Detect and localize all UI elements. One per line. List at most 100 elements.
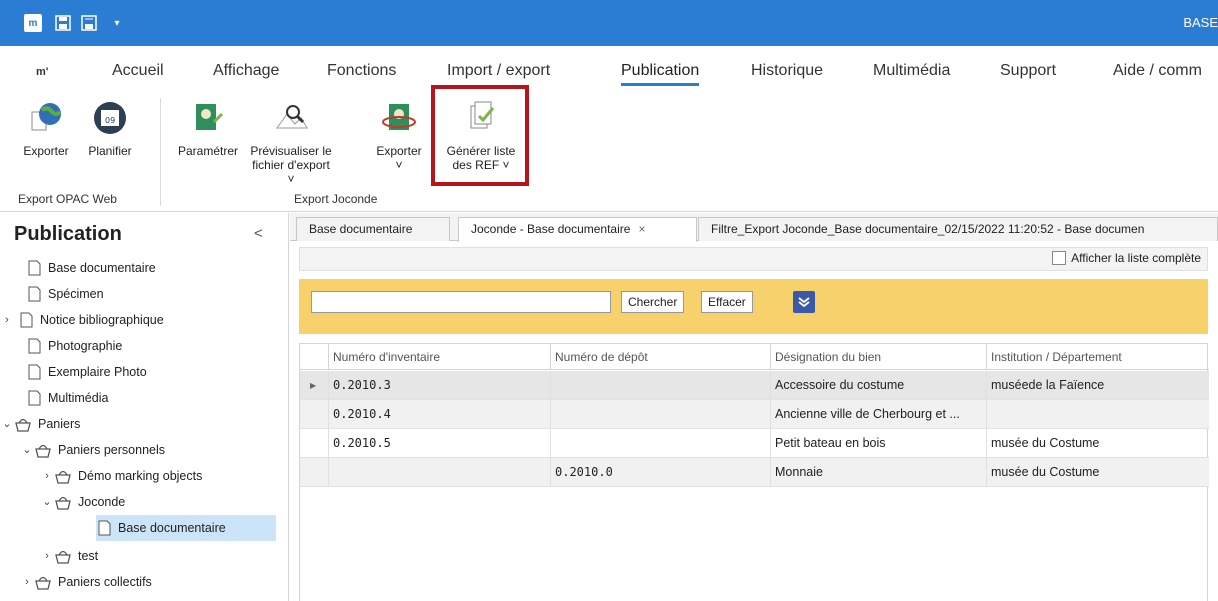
basket-icon (55, 550, 71, 564)
tree-item-joconde[interactable]: ⌄ Joconde (40, 489, 125, 515)
doc-tab-joconde[interactable]: Joconde - Base documentaire × (458, 217, 697, 242)
tab-affichage[interactable]: Affichage (213, 62, 279, 80)
previsualiser-button[interactable]: Prévisualiser le fichier d'export ˅ (249, 100, 333, 186)
document-icon (28, 364, 41, 380)
cell-depot (550, 429, 770, 458)
cell-designation: Ancienne ville de Cherbourg et ... (770, 400, 986, 429)
doc-tab-base-documentaire[interactable]: Base documentaire (296, 217, 450, 241)
tree-item-photographie[interactable]: Photographie (14, 333, 122, 359)
tree-item-specimen[interactable]: Spécimen (14, 281, 104, 307)
parametrer-button[interactable]: Paramétrer (172, 100, 244, 158)
cell-depot (550, 371, 770, 400)
tree-item-paniers-personnels[interactable]: ⌄ Paniers personnels (20, 437, 165, 463)
tree-item-demo-marking-objects[interactable]: › Démo marking objects (40, 463, 202, 489)
document-icon (28, 260, 41, 276)
tab-import-export[interactable]: Import / export (447, 62, 550, 80)
show-full-list-checkbox[interactable]: Afficher la liste complète (1052, 251, 1201, 265)
preview-icon (276, 105, 308, 129)
tree-item-test[interactable]: › test (40, 543, 98, 569)
tab-multimedia[interactable]: Multimédia (873, 62, 950, 80)
basket-icon (35, 576, 51, 590)
collapse-icon[interactable]: ⌄ (40, 489, 54, 515)
collapse-icon[interactable]: ⌄ (20, 437, 34, 463)
group-label-opac: Export OPAC Web (18, 192, 117, 206)
settings-image-icon (196, 104, 224, 130)
tab-publication[interactable]: Publication (621, 62, 700, 86)
exporter-opac-button[interactable]: Exporter (18, 100, 74, 158)
cell-inventaire: 0.2010.3 (328, 371, 550, 400)
expand-icon[interactable]: › (40, 543, 54, 569)
doc-tab-filtre-export[interactable]: Filtre_Export Joconde_Base documentaire_… (698, 217, 1218, 241)
planifier-button[interactable]: 09 Planifier (80, 100, 140, 158)
column-header-institution[interactable]: Institution / Département (986, 344, 1209, 370)
table-row[interactable]: 0.2010.5 Petit bateau en bois musée du C… (300, 429, 1209, 458)
collapse-panel-icon[interactable]: < (254, 225, 263, 242)
tree-item-multimedia[interactable]: Multimédia (14, 385, 108, 411)
cell-institution: muséede la Faïence (986, 371, 1209, 400)
search-bar: Chercher Effacer (299, 279, 1208, 334)
document-icon (28, 390, 41, 406)
quick-access-dropdown-icon[interactable]: ▾ (108, 14, 126, 32)
expand-icon[interactable]: › (0, 307, 14, 333)
basket-icon (35, 444, 51, 458)
expand-icon[interactable]: › (40, 463, 54, 489)
exporter-joconde-button[interactable]: Exporter ˅ (370, 100, 428, 172)
table-row[interactable]: ▶ 0.2010.3 Accessoire du costume muséede… (300, 371, 1209, 400)
row-indicator-icon: ▶ (310, 381, 317, 390)
ribbon: Exporter 09 Planifier Paramétrer Prévisu… (0, 92, 1218, 212)
basket-icon (55, 470, 71, 484)
highlight-box (431, 85, 529, 186)
document-icon (28, 286, 41, 302)
tree-item-joconde-base-documentaire[interactable]: Base documentaire (96, 515, 276, 541)
column-header-inventaire[interactable]: Numéro d'inventaire (328, 344, 550, 370)
document-icon (28, 338, 41, 354)
basket-icon (15, 418, 31, 432)
filter-expand-icon[interactable] (793, 291, 815, 313)
results-grid: Numéro d'inventaire Numéro de dépôt Dési… (299, 343, 1209, 601)
group-label-joconde: Export Joconde (294, 192, 378, 206)
list-options-bar: Afficher la liste complète (299, 247, 1208, 271)
window-title: BASE (1183, 15, 1218, 30)
tree-item-paniers-collectifs[interactable]: › Paniers collectifs (20, 569, 152, 595)
close-tab-icon[interactable]: × (638, 222, 645, 236)
clear-button[interactable]: Effacer (701, 291, 753, 313)
cell-institution: musée du Costume (986, 429, 1209, 458)
checkbox-box[interactable] (1052, 251, 1067, 265)
ribbon-tabs: m' Accueil Affichage Fonctions Import / … (0, 46, 1218, 92)
cell-designation: Monnaie (770, 458, 986, 487)
search-button[interactable]: Chercher (621, 291, 685, 313)
expand-icon[interactable]: › (20, 569, 34, 595)
tree-item-notice-bibliographique[interactable]: › Notice bibliographique (0, 307, 164, 333)
tree-item-exemplaire-photo[interactable]: Exemplaire Photo (14, 359, 147, 385)
tab-support[interactable]: Support (1000, 62, 1056, 80)
table-row[interactable]: 0.2010.4 Ancienne ville de Cherbourg et … (300, 400, 1209, 429)
tab-fonctions[interactable]: Fonctions (327, 62, 396, 80)
tree-item-paniers[interactable]: ⌄ Paniers (0, 411, 80, 437)
document-tabs: Base documentaire Joconde - Base documen… (290, 213, 1218, 242)
tab-accueil[interactable]: Accueil (112, 62, 164, 80)
document-icon (98, 520, 111, 536)
collapse-icon[interactable]: ⌄ (0, 411, 14, 437)
cell-inventaire (328, 458, 550, 487)
table-row[interactable]: 0.2010.0 Monnaie musée du Costume (300, 458, 1209, 487)
navigation-panel: Publication < Base documentaire Spécimen… (0, 213, 289, 601)
column-header-depot[interactable]: Numéro de dépôt (550, 344, 770, 370)
cell-designation: Accessoire du costume (770, 371, 986, 400)
panel-title: Publication (14, 223, 122, 245)
save-icon[interactable] (54, 14, 72, 32)
tree-item-base-documentaire[interactable]: Base documentaire (14, 255, 156, 281)
tab-aide[interactable]: Aide / comm (1113, 62, 1202, 80)
cell-depot: 0.2010.0 (550, 458, 770, 487)
save-as-icon[interactable] (80, 14, 98, 32)
cell-inventaire: 0.2010.4 (328, 400, 550, 429)
cell-depot (550, 400, 770, 429)
title-bar: m ▾ BASE (0, 0, 1218, 46)
app-logo-icon[interactable]: m (24, 14, 42, 32)
search-input[interactable] (311, 291, 611, 313)
app-menu-button[interactable]: m' (36, 66, 48, 78)
image-export-icon (382, 104, 416, 130)
svg-text:09: 09 (105, 116, 115, 125)
column-header-designation[interactable]: Désignation du bien (770, 344, 986, 370)
tab-historique[interactable]: Historique (751, 62, 823, 80)
cell-institution (986, 400, 1209, 429)
